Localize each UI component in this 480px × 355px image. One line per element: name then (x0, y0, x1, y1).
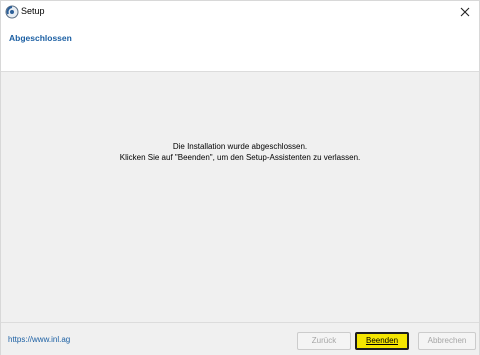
title-bar: Setup (1, 1, 479, 23)
back-button[interactable]: Zurück (297, 332, 351, 350)
close-button[interactable] (451, 1, 479, 23)
instruction-message: Klicken Sie auf "Beenden", um den Setup-… (119, 153, 361, 162)
close-icon (460, 7, 470, 17)
website-link[interactable]: https://www.inl.ag (8, 335, 70, 344)
setup-window: Setup Abgeschlossen Die Installation wur… (0, 0, 480, 355)
cancel-button[interactable]: Abbrechen (418, 332, 476, 350)
footer-bar: https://www.inl.ag Zurück Beenden Abbrec… (1, 322, 479, 355)
completion-message: Die Installation wurde abgeschlossen. (172, 142, 308, 151)
setup-app-icon (5, 5, 19, 19)
content-area: Die Installation wurde abgeschlossen. Kl… (1, 72, 479, 322)
window-title: Setup (21, 6, 45, 16)
finish-button[interactable]: Beenden (355, 332, 409, 350)
page-header: Abgeschlossen (1, 23, 479, 72)
page-title: Abgeschlossen (9, 33, 72, 43)
